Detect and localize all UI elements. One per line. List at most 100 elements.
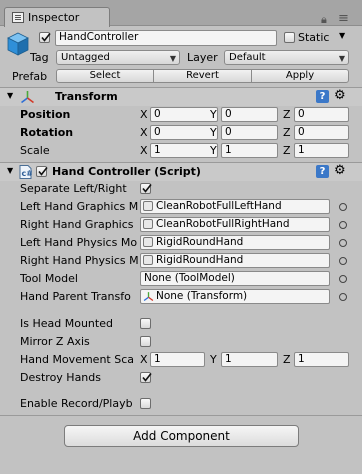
checkmark-icon <box>38 167 48 176</box>
is-head-mounted-label: Is Head Mounted <box>20 317 113 330</box>
hand-movement-x-field[interactable]: 1 <box>150 352 205 367</box>
inspector-tab-bar: Inspector 🔒︎ ≡ <box>0 0 362 27</box>
hand-parent-transform-value: None (Transform) <box>156 290 248 302</box>
foldout-arrow-icon[interactable]: ▼ <box>7 91 13 100</box>
checkmark-icon <box>142 373 152 382</box>
prefab-select-button[interactable]: Select <box>56 69 154 83</box>
position-z-field[interactable]: 0 <box>294 107 349 122</box>
tab-inspector[interactable]: Inspector <box>4 7 110 27</box>
destroy-hands-checkbox[interactable] <box>140 372 152 383</box>
position-label: Position <box>20 108 71 121</box>
z-axis-label: Z <box>283 144 291 157</box>
layer-value: Default <box>229 52 266 63</box>
x-axis-label: X <box>140 126 148 139</box>
scale-x-field[interactable]: 1 <box>150 143 218 158</box>
is-head-mounted-checkbox[interactable] <box>140 318 151 329</box>
object-picker-icon[interactable] <box>339 203 347 211</box>
right-hand-physics-value: RigidRoundHand <box>156 254 244 266</box>
divider <box>0 415 362 416</box>
hand-movement-z-field[interactable]: 1 <box>294 352 349 367</box>
z-axis-label: Z <box>283 353 291 366</box>
z-axis-label: Z <box>283 108 291 121</box>
inspector-icon <box>12 12 24 23</box>
static-checkbox[interactable] <box>284 32 295 43</box>
script-enabled-checkbox[interactable] <box>36 166 48 177</box>
foldout-arrow-icon[interactable]: ▼ <box>7 166 13 175</box>
help-icon[interactable]: ? <box>316 165 329 178</box>
enable-record-playback-label: Enable Record/Playb <box>20 397 133 410</box>
transform-axes-icon <box>21 91 34 104</box>
transform-body: Position X 0 Y 0 Z 0 Rotation X 0 Y 0 Z … <box>0 106 362 160</box>
checkmark-icon <box>41 33 51 42</box>
chevron-down-icon: ▼ <box>338 54 345 63</box>
right-hand-graphics-field[interactable]: CleanRobotFullRightHand <box>140 217 330 232</box>
prefab-apply-button[interactable]: Apply <box>251 69 349 83</box>
rotation-z-field[interactable]: 0 <box>294 125 349 140</box>
scale-y-field[interactable]: 1 <box>221 143 278 158</box>
rotation-label: Rotation <box>20 126 74 139</box>
gear-icon[interactable]: ⚙ <box>334 88 346 103</box>
enable-record-playback-checkbox[interactable] <box>140 398 151 409</box>
gameobject-active-checkbox[interactable] <box>39 32 51 43</box>
hand-parent-transform-label: Hand Parent Transfo <box>20 290 131 303</box>
gameobject-name-field[interactable]: HandController <box>55 30 277 46</box>
left-hand-physics-label: Left Hand Physics Mo <box>20 236 138 249</box>
gameobject-cube-icon <box>7 32 29 56</box>
object-picker-icon[interactable] <box>339 257 347 265</box>
gameobject-header: HandController Static ▼ Tag Untagged ▼ L… <box>0 27 362 87</box>
add-component-button[interactable]: Add Component <box>64 425 299 447</box>
prefab-label: Prefab <box>12 70 48 83</box>
transform-header[interactable]: ▼ Transform ? ⚙ <box>0 88 362 106</box>
left-hand-physics-field[interactable]: RigidRoundHand <box>140 235 330 250</box>
object-picker-icon[interactable] <box>339 293 347 301</box>
layer-dropdown[interactable]: Default ▼ <box>224 50 349 65</box>
separate-left-right-checkbox[interactable] <box>140 183 152 194</box>
hand-movement-y-field[interactable]: 1 <box>221 352 278 367</box>
lock-icon[interactable]: 🔒︎ <box>321 13 327 27</box>
chevron-down-icon: ▼ <box>169 54 176 63</box>
object-picker-icon[interactable] <box>339 275 347 283</box>
object-picker-icon[interactable] <box>339 221 347 229</box>
scale-z-field[interactable]: 1 <box>294 143 349 158</box>
prefab-object-icon <box>143 255 153 265</box>
help-icon[interactable]: ? <box>316 90 329 103</box>
y-axis-label: Y <box>210 108 217 121</box>
static-dropdown-icon[interactable]: ▼ <box>339 31 345 40</box>
position-y-field[interactable]: 0 <box>221 107 278 122</box>
left-hand-graphics-label: Left Hand Graphics M <box>20 200 138 213</box>
svg-text:c#: c# <box>22 169 33 178</box>
script-title: Hand Controller (Script) <box>52 165 201 178</box>
tag-value: Untagged <box>61 52 110 63</box>
tool-model-label: Tool Model <box>20 272 78 285</box>
script-header[interactable]: ▼ c# Hand Controller (Script) ? ⚙ <box>0 163 362 181</box>
left-hand-graphics-value: CleanRobotFullLeftHand <box>156 200 282 212</box>
prefab-revert-button[interactable]: Revert <box>153 69 252 83</box>
layer-label: Layer <box>187 51 218 64</box>
prefab-object-icon <box>143 237 153 247</box>
object-picker-icon[interactable] <box>339 239 347 247</box>
hand-parent-transform-field[interactable]: None (Transform) <box>140 289 330 304</box>
rotation-x-field[interactable]: 0 <box>150 125 218 140</box>
prefab-object-icon <box>143 201 153 211</box>
gear-icon[interactable]: ⚙ <box>334 163 346 178</box>
x-axis-label: X <box>140 353 148 366</box>
position-x-field[interactable]: 0 <box>150 107 218 122</box>
mirror-z-axis-label: Mirror Z Axis <box>20 335 90 348</box>
panel-menu-icon[interactable]: ≡ <box>338 11 349 26</box>
prefab-object-icon <box>143 219 153 229</box>
tool-model-field[interactable]: None (ToolModel) <box>140 271 330 286</box>
left-hand-graphics-field[interactable]: CleanRobotFullLeftHand <box>140 199 330 214</box>
mirror-z-axis-checkbox[interactable] <box>140 336 151 347</box>
y-axis-label: Y <box>210 144 217 157</box>
rotation-y-field[interactable]: 0 <box>221 125 278 140</box>
static-label: Static <box>298 31 330 44</box>
transform-title: Transform <box>55 90 118 103</box>
right-hand-physics-field[interactable]: RigidRoundHand <box>140 253 330 268</box>
transform-axes-icon <box>143 292 154 302</box>
tag-dropdown[interactable]: Untagged ▼ <box>56 50 180 65</box>
script-file-icon: c# <box>19 165 32 179</box>
scale-label: Scale <box>20 144 50 157</box>
y-axis-label: Y <box>210 126 217 139</box>
tag-label: Tag <box>30 51 49 64</box>
z-axis-label: Z <box>283 126 291 139</box>
